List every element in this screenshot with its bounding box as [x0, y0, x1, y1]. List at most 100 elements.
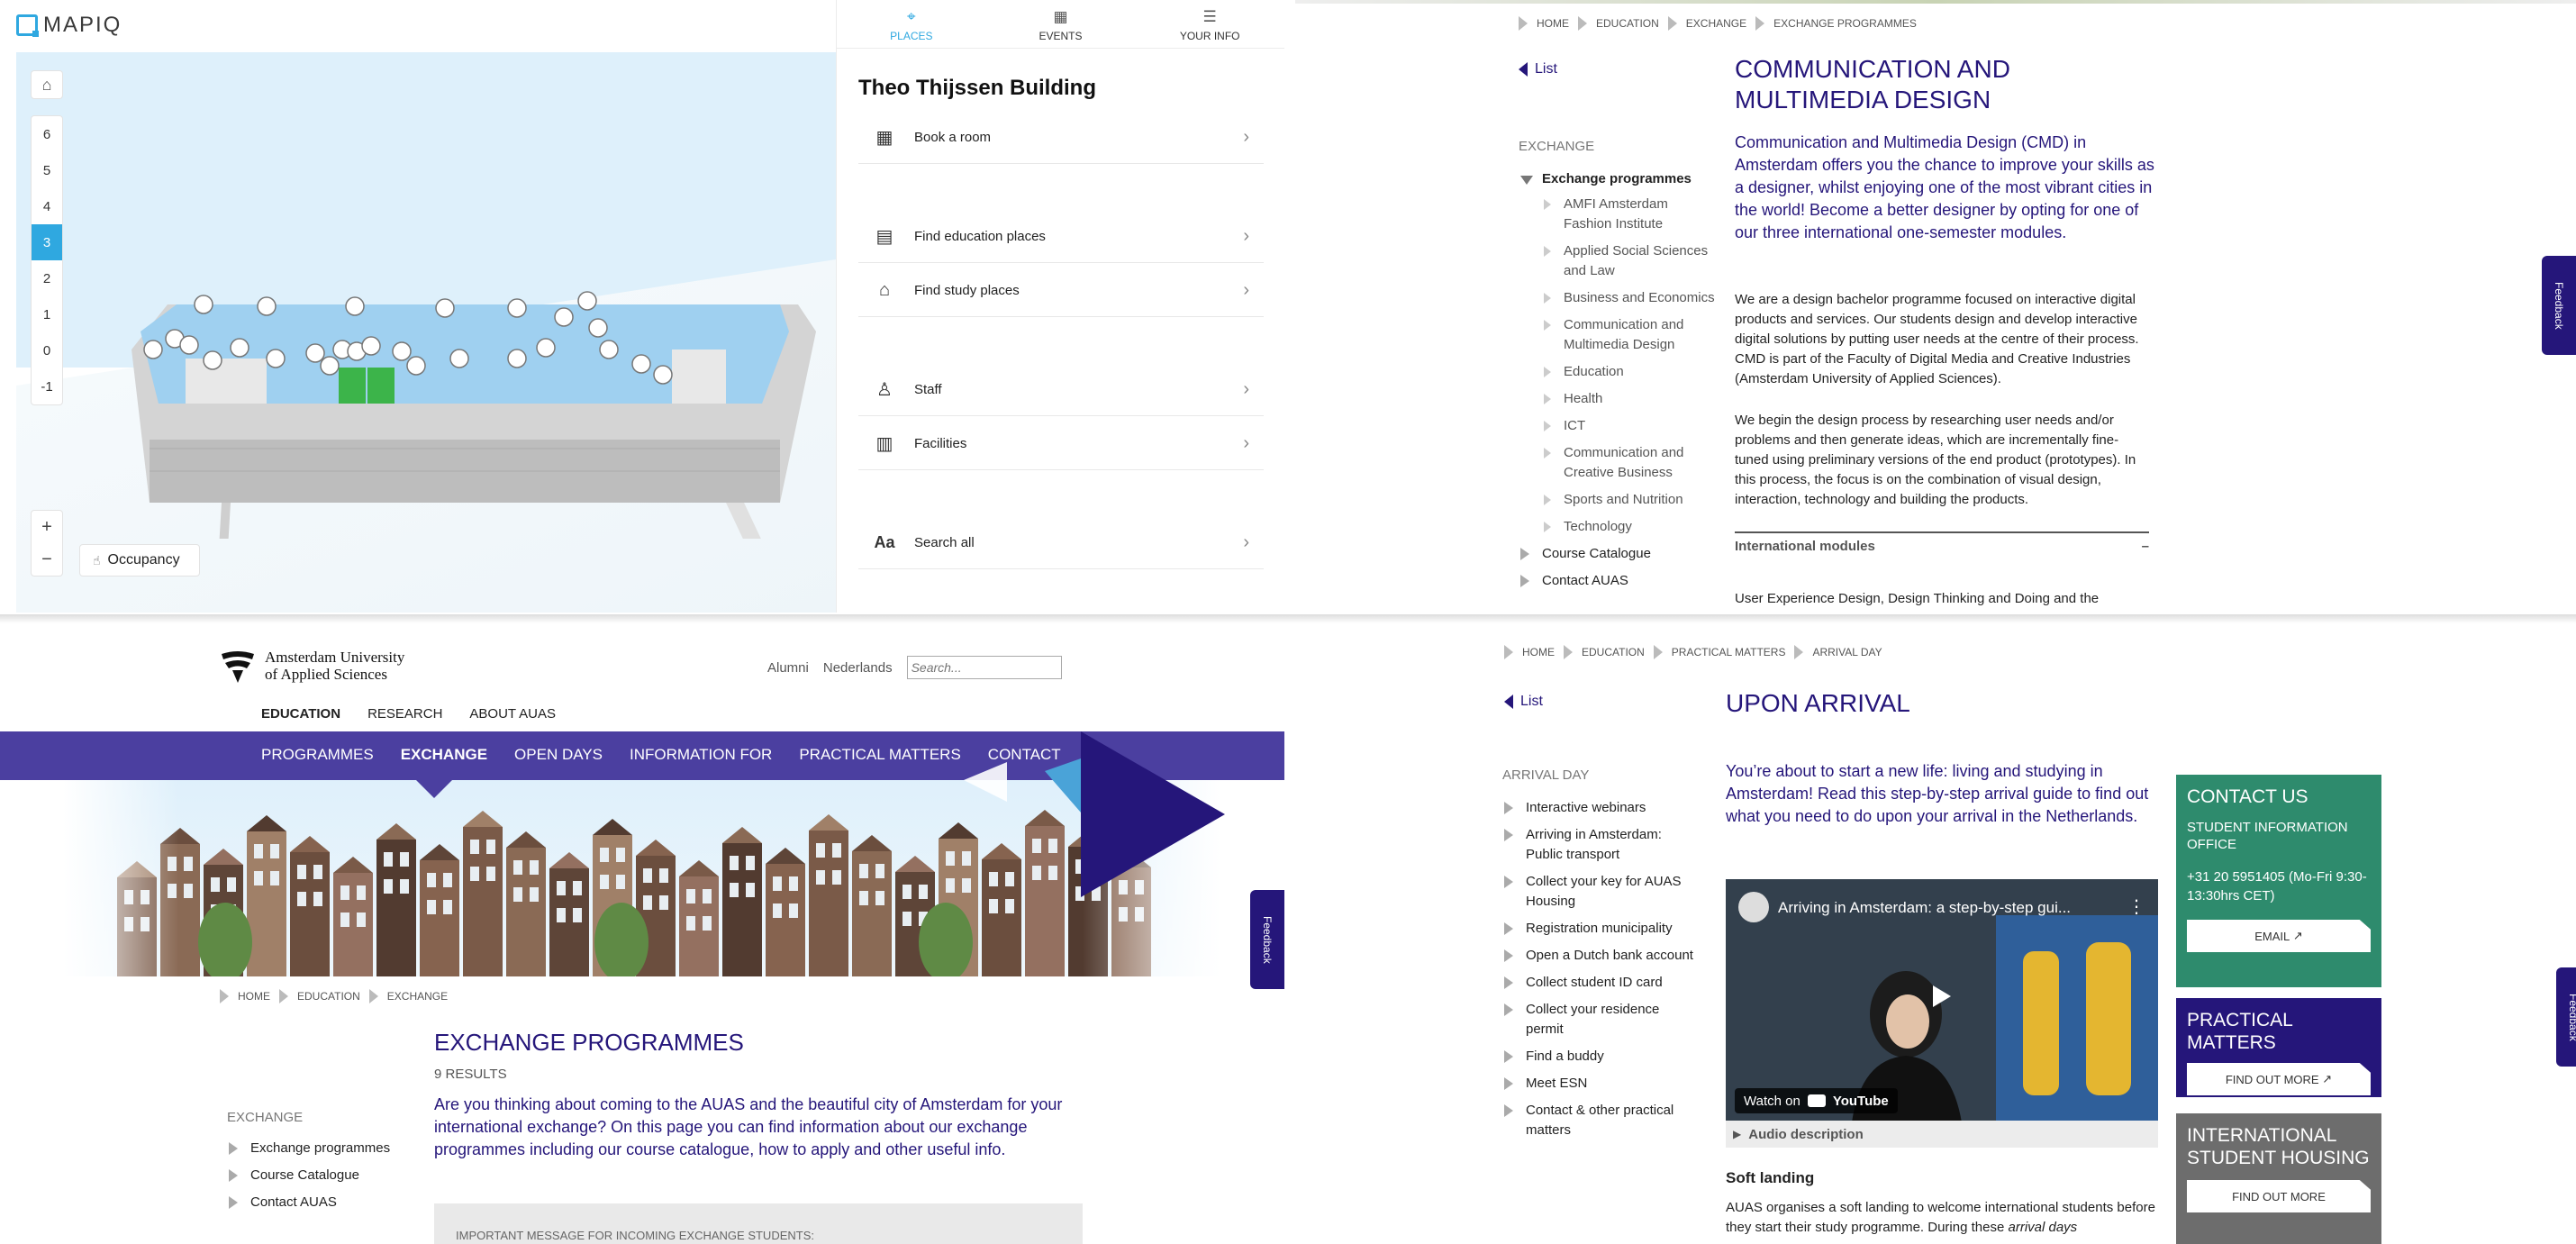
side-item[interactable]: Applied Social Sciences and Law [1542, 241, 1717, 281]
side-item-contact[interactable]: Contact AUAS [1519, 571, 1717, 591]
auas-logo[interactable]: Amsterdam University of Applied Sciences [220, 649, 404, 683]
floor-5-button[interactable]: 5 [32, 152, 62, 188]
floor-6-button[interactable]: 6 [32, 116, 62, 152]
subnav-information-for[interactable]: INFORMATION FOR [630, 746, 772, 764]
floor-2-button[interactable]: 2 [32, 260, 62, 296]
side-item[interactable]: Registration municipality [1502, 919, 1701, 939]
more-options-icon[interactable]: ⋮ [2127, 895, 2145, 918]
side-item[interactable]: Education [1542, 362, 1717, 382]
breadcrumb-item[interactable]: EDUCATION [1582, 646, 1645, 658]
contact-phone: +31 20 5951405 (Mo-Fri 9:30-13:30hrs CET… [2187, 869, 2367, 903]
breadcrumb-item[interactable]: ARRIVAL DAY [1812, 646, 1882, 658]
breadcrumb-item[interactable]: HOME [1522, 646, 1555, 658]
nav-about[interactable]: ABOUT AUAS [469, 706, 556, 722]
side-item[interactable]: Health [1542, 389, 1717, 409]
side-item[interactable]: Open a Dutch bank account [1502, 946, 1701, 966]
subnav-open-days[interactable]: OPEN DAYS [514, 746, 603, 764]
nav-education[interactable]: EDUCATION [261, 706, 340, 722]
map-canvas[interactable]: ⌂ 6 5 4 3 2 1 0 -1 + − ☝ Occupancy [16, 52, 836, 613]
tab-your-info[interactable]: ☰ YOUR INFO [1135, 0, 1284, 48]
play-icon[interactable] [1933, 985, 1951, 1007]
back-to-list-link[interactable]: List [1519, 61, 1557, 77]
tab-places[interactable]: ⌖ PLACES [837, 0, 986, 48]
subnav-programmes[interactable]: PROGRAMMES [261, 746, 374, 764]
search-input[interactable] [906, 656, 1062, 679]
map-markers[interactable] [132, 277, 825, 413]
breadcrumb-item[interactable]: EDUCATION [1596, 17, 1659, 30]
breadcrumb-separator-icon [1504, 645, 1513, 659]
side-item[interactable]: Collect student ID card [1502, 973, 1701, 993]
alumni-link[interactable]: Alumni [767, 660, 809, 676]
breadcrumb-item[interactable]: EXCHANGE PROGRAMMES [1773, 17, 1917, 30]
side-item[interactable]: Course Catalogue [227, 1166, 407, 1185]
page-title: EXCHANGE PROGRAMMES [434, 1029, 744, 1056]
occupancy-button[interactable]: ☝ Occupancy [79, 544, 200, 577]
side-item[interactable]: AMFI Amsterdam Fashion Institute [1542, 195, 1717, 234]
breadcrumb-separator-icon [1794, 645, 1804, 659]
side-item[interactable]: Collect your residence permit [1502, 1000, 1701, 1040]
floor--1-button[interactable]: -1 [32, 368, 62, 404]
facilities-item[interactable]: ▥ Facilities › [858, 418, 1264, 470]
breadcrumb-item[interactable]: HOME [238, 990, 270, 1003]
mapiq-logo[interactable]: MAPIQ [16, 13, 122, 38]
side-item[interactable]: ICT [1542, 416, 1717, 436]
side-item[interactable]: Contact & other practical matters [1502, 1101, 1701, 1140]
breadcrumb-item[interactable]: PRACTICAL MATTERS [1672, 646, 1786, 658]
tab-events[interactable]: ▦ EVENTS [986, 0, 1136, 48]
subnav-exchange[interactable]: EXCHANGE [401, 746, 487, 764]
zoom-out-button[interactable]: − [32, 543, 62, 576]
side-item[interactable]: Contact AUAS [227, 1193, 407, 1212]
side-item[interactable]: Business and Economics [1542, 288, 1717, 308]
youtube-video-player[interactable]: Arriving in Amsterdam: a step-by-step gu… [1726, 879, 2158, 1122]
watch-on-youtube-button[interactable]: Watch on YouTube [1735, 1088, 1898, 1113]
feedback-tab[interactable]: Feedback [2542, 256, 2576, 355]
book-room-item[interactable]: ▦ Book a room › [858, 112, 1264, 164]
housing-find-out-more-button[interactable]: FIND OUT MORE [2187, 1180, 2371, 1212]
feedback-tab[interactable]: Feedback [1250, 890, 1284, 989]
side-item-exchange-programmes[interactable]: Exchange programmes AMFI Amsterdam Fashi… [1519, 169, 1717, 537]
nederlands-link[interactable]: Nederlands [823, 660, 893, 676]
subnav-practical-matters[interactable]: PRACTICAL MATTERS [799, 746, 960, 764]
back-to-list-link[interactable]: List [1504, 694, 1543, 710]
side-item[interactable]: Sports and Nutrition [1542, 490, 1717, 510]
feedback-tab[interactable]: Feedback [2556, 967, 2576, 1067]
side-item[interactable]: Meet ESN [1502, 1074, 1701, 1094]
floor-selector[interactable]: 6 5 4 3 2 1 0 -1 [31, 115, 63, 405]
staff-item[interactable]: ♙ Staff › [858, 364, 1264, 416]
video-title[interactable]: Arriving in Amsterdam: a step-by-step gu… [1778, 899, 2071, 917]
international-modules-accordion[interactable]: International modules – [1735, 531, 2149, 558]
floor-3-button[interactable]: 3 [32, 224, 62, 260]
side-item-course-catalogue[interactable]: Course Catalogue [1519, 544, 1717, 564]
search-all-item[interactable]: Aa Search all › [858, 517, 1264, 569]
side-item[interactable]: Find a buddy [1502, 1047, 1701, 1067]
side-item[interactable]: Interactive webinars [1502, 798, 1701, 818]
nav-research[interactable]: RESEARCH [367, 706, 442, 722]
floor-4-button[interactable]: 4 [32, 188, 62, 224]
find-education-places-item[interactable]: ▤ Find education places › [858, 211, 1264, 263]
audio-description-toggle[interactable]: ▶ Audio description [1726, 1121, 2158, 1148]
home-button[interactable]: ⌂ [31, 70, 63, 99]
side-item[interactable]: Communication and Multimedia Design [1542, 315, 1717, 355]
find-study-places-item[interactable]: ⌂ Find study places › [858, 265, 1264, 317]
side-item[interactable]: Technology [1542, 517, 1717, 537]
logo-mark-icon [16, 14, 39, 37]
body-paragraph-3: User Experience Design, Design Thinking … [1735, 591, 2100, 606]
breadcrumb-separator-icon [1653, 645, 1663, 659]
practical-find-out-more-button[interactable]: FIND OUT MORE ↗ [2187, 1063, 2371, 1095]
chevron-right-icon: › [1243, 433, 1249, 453]
floor-1-button[interactable]: 1 [32, 296, 62, 332]
side-item[interactable]: Collect your key for AUAS Housing [1502, 872, 1701, 912]
channel-avatar[interactable] [1738, 892, 1769, 922]
breadcrumb-item[interactable]: EDUCATION [297, 990, 360, 1003]
email-button[interactable]: EMAIL ↗ [2187, 920, 2371, 952]
zoom-controls[interactable]: + − [31, 510, 63, 577]
floor-0-button[interactable]: 0 [32, 332, 62, 368]
breadcrumb-item[interactable]: EXCHANGE [387, 990, 448, 1003]
side-item[interactable]: Arriving in Amsterdam: Public transport [1502, 825, 1701, 865]
side-item[interactable]: Exchange programmes [227, 1139, 407, 1158]
breadcrumb-item[interactable]: HOME [1537, 17, 1569, 30]
side-item[interactable]: Communication and Creative Business [1542, 443, 1717, 483]
utility-links: Alumni Nederlands [767, 656, 1062, 679]
breadcrumb-item[interactable]: EXCHANGE [1686, 17, 1746, 30]
zoom-in-button[interactable]: + [32, 511, 62, 543]
